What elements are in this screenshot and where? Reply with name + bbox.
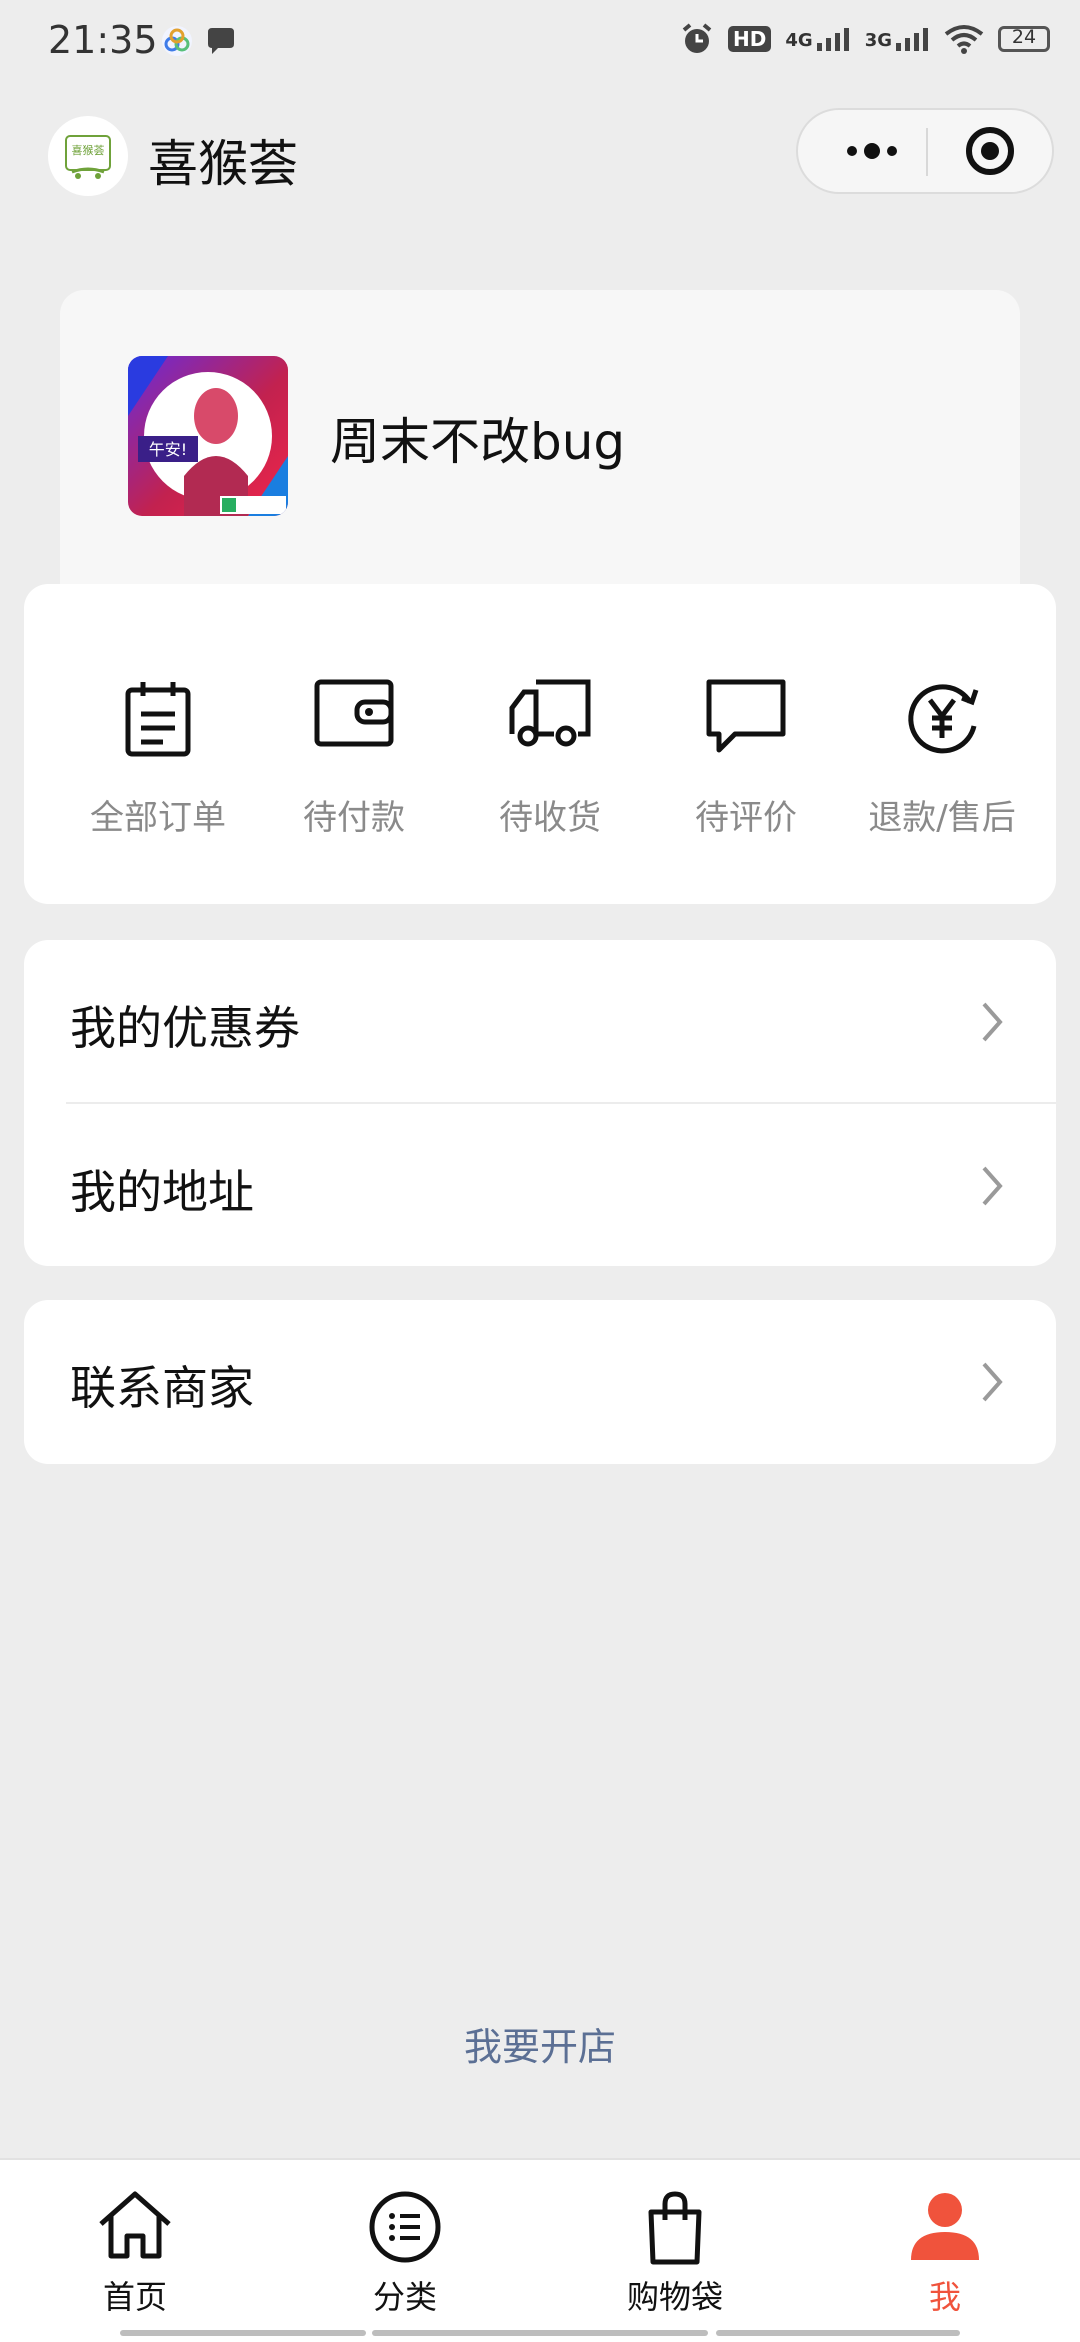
app-title: 喜猴荟: [148, 135, 298, 193]
network-type-label: 3G: [864, 30, 892, 51]
order-label: 待付款: [303, 798, 405, 838]
refund-yuan-icon: [908, 684, 979, 754]
signal-bars-icon: [896, 28, 928, 51]
svg-text:喜猴荟: 喜猴荟: [72, 143, 105, 157]
wallet-icon: [314, 679, 394, 747]
tab-label: 分类: [372, 2278, 437, 2316]
avatar-caption: 午安!: [149, 440, 187, 459]
order-label: 待收货: [499, 798, 601, 838]
chevron-right-icon: [982, 1002, 1003, 1042]
home-icon: [99, 2191, 171, 2259]
comment-icon: [706, 679, 786, 753]
battery-level: 24: [1011, 26, 1037, 48]
chevron-right-icon: [982, 1362, 1003, 1402]
order-all-button[interactable]: 全部订单: [60, 584, 256, 904]
account-menu: 我的优惠券 我的地址: [24, 940, 1056, 1266]
tab-label: 购物袋: [626, 2278, 723, 2316]
order-pending-review-button[interactable]: 待评价: [648, 584, 844, 904]
capsule-divider: [926, 128, 928, 176]
order-label: 退款/售后: [868, 798, 1016, 838]
cloud-app-icon: [162, 26, 192, 56]
profile-card[interactable]: 午安! 周末不改bug: [60, 290, 1020, 620]
app-logo-icon: 喜猴荟: [65, 135, 111, 179]
gesture-bar: [120, 2330, 366, 2336]
order-label: 全部订单: [90, 798, 226, 838]
avatar[interactable]: 午安!: [128, 356, 288, 516]
order-pending-receipt-button[interactable]: 待收货: [452, 584, 648, 904]
status-time: 21:35: [48, 18, 158, 62]
gesture-bar: [716, 2330, 960, 2336]
status-bar: 21:35 HD 4G 3G 24: [0, 0, 1080, 84]
order-pending-payment-button[interactable]: 待付款: [256, 584, 452, 904]
category-list-icon: [369, 2191, 441, 2263]
order-label: 待评价: [695, 798, 797, 838]
order-shortcuts: 全部订单 待付款 待收货 待评价 退款/售后: [24, 584, 1056, 904]
close-miniprogram-button[interactable]: [932, 110, 1036, 192]
battery-indicator: 24: [998, 26, 1050, 52]
person-icon: [911, 2193, 979, 2260]
status-indicators: HD 4G 3G 24: [680, 22, 1050, 56]
hd-badge: HD: [728, 26, 772, 52]
more-dots-icon: [847, 143, 897, 159]
truck-icon: [509, 679, 591, 747]
avatar-image: 午安!: [128, 356, 288, 516]
tab-label: 首页: [102, 2278, 167, 2316]
tab-category[interactable]: 分类: [270, 2160, 540, 2342]
tab-home[interactable]: 首页: [0, 2160, 270, 2342]
app-logo: 喜猴荟: [48, 116, 128, 196]
signal-3g: 3G: [865, 27, 930, 51]
tab-shopping-bag[interactable]: 购物袋: [540, 2160, 810, 2342]
username: 周末不改bug: [330, 413, 626, 471]
menu-item-address[interactable]: 我的地址: [24, 1104, 1056, 1268]
gesture-bar: [372, 2330, 708, 2336]
chat-bubble-icon: [208, 28, 234, 54]
clipboard-icon: [125, 682, 191, 757]
tab-me[interactable]: 我: [810, 2160, 1080, 2342]
menu-label: 我的地址: [70, 1165, 254, 1219]
shopping-bag-icon: [648, 2191, 702, 2265]
order-refund-button[interactable]: 退款/售后: [844, 584, 1040, 904]
capsule-menu: [796, 108, 1054, 194]
signal-bars-icon: [816, 28, 849, 51]
contact-menu: 联系商家: [24, 1300, 1056, 1464]
more-menu-button[interactable]: [820, 110, 924, 192]
menu-label: 我的优惠券: [70, 1001, 300, 1055]
tab-label: 我: [928, 2278, 961, 2316]
network-type-label: 4G: [785, 30, 813, 51]
alarm-icon: [682, 23, 712, 53]
mini-program-header: 喜猴荟 喜猴荟: [0, 108, 1080, 212]
menu-label: 联系商家: [70, 1361, 254, 1415]
open-store-link[interactable]: 我要开店: [0, 2016, 1080, 2071]
bottom-tab-bar: 首页 分类 购物袋 我: [0, 2158, 1080, 2342]
menu-item-coupons[interactable]: 我的优惠券: [24, 940, 1056, 1104]
chevron-right-icon: [982, 1166, 1003, 1206]
wifi-icon: [944, 25, 984, 54]
menu-item-contact-merchant[interactable]: 联系商家: [24, 1300, 1056, 1464]
target-close-icon: [966, 127, 1014, 175]
signal-4g: 4G: [785, 27, 850, 51]
